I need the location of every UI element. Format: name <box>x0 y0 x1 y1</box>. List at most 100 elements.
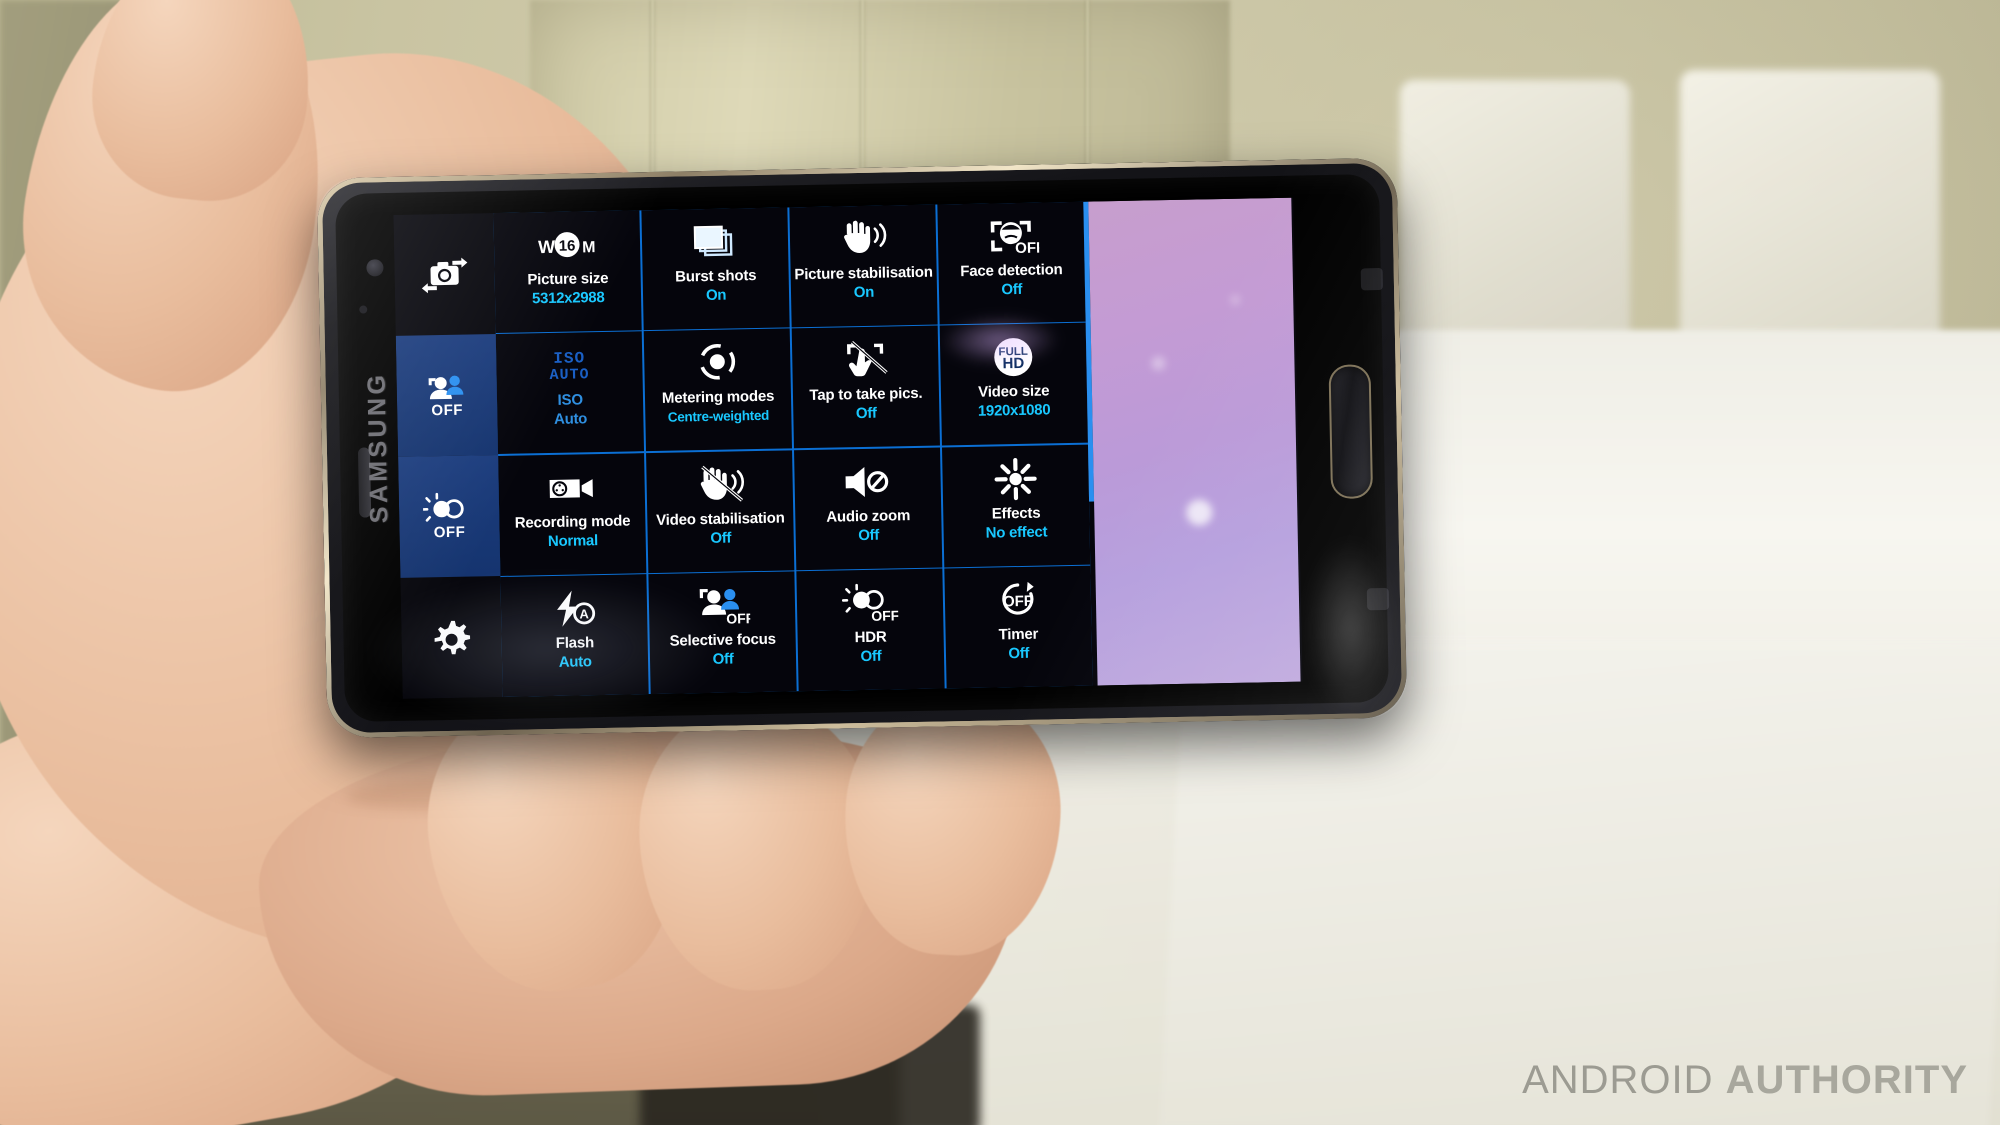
setting-value: 1920x1080 <box>977 401 1051 421</box>
hand-wave-off-icon <box>691 459 748 510</box>
setting-label: Tap to take pics. <box>809 385 923 405</box>
face-detection-off-icon: OFF <box>982 211 1039 262</box>
setting-tile-video-stabilisation[interactable]: Video stabilisation Off <box>645 450 795 573</box>
svg-text:M: M <box>582 239 596 256</box>
setting-tile-picture-stabilisation[interactable]: Picture stabilisation On <box>789 204 938 328</box>
picture-size-16m-icon: W 16 M <box>534 219 601 270</box>
setting-tile-picture-size[interactable]: W 16 M Picture size 5312x2988 <box>493 210 643 333</box>
cabinet-handle <box>838 60 848 180</box>
setting-value: Off <box>712 650 734 669</box>
setting-value: Off <box>710 529 732 547</box>
svg-text:OFF: OFF <box>726 610 750 627</box>
setting-label: Video stabilisation <box>656 509 785 529</box>
home-button[interactable] <box>1328 364 1374 500</box>
phone-screen: OFF OFF W 16 M Picture size 5312x2988 Bu… <box>393 197 1303 699</box>
rail-item-switch-camera[interactable] <box>393 213 495 336</box>
setting-value: Off <box>858 526 880 544</box>
setting-value: Off <box>860 647 882 666</box>
iso-auto-icon: ISO AUTO <box>538 340 601 391</box>
svg-text:OFF: OFF <box>1015 239 1039 257</box>
audio-zoom-off-icon <box>839 456 896 507</box>
camera-switch-icon <box>421 257 468 293</box>
samsung-brand-logo: SAMSUNG <box>362 371 394 524</box>
setting-label: Timer <box>998 625 1039 644</box>
burst-shots-icon <box>689 216 742 267</box>
setting-label: Burst shots <box>675 266 757 286</box>
setting-value: Centre-weighted <box>667 408 770 426</box>
setting-label: Picture size <box>527 269 609 289</box>
setting-tile-metering-modes[interactable]: Metering modes Centre-weighted <box>643 328 793 452</box>
setting-value: On <box>705 286 727 304</box>
setting-tile-iso[interactable]: ISO AUTO ISO Auto <box>495 331 645 455</box>
recents-softkey[interactable] <box>1360 267 1384 291</box>
full-hd-icon: FULL HD <box>990 332 1037 383</box>
setting-label: Metering modes <box>661 388 775 408</box>
setting-label: Video size <box>978 382 1050 402</box>
svg-text:HD: HD <box>1002 355 1024 372</box>
setting-label: ISO <box>557 391 584 410</box>
metering-centre-icon <box>694 338 741 389</box>
setting-label: Face detection <box>960 261 1063 281</box>
setting-tile-burst-shots[interactable]: Burst shots On <box>641 207 790 331</box>
setting-value: Normal <box>547 531 599 550</box>
svg-text:W: W <box>538 237 555 257</box>
svg-text:OFF: OFF <box>1003 593 1033 611</box>
rail-item-settings[interactable] <box>400 576 502 699</box>
video-camera-icon <box>543 462 600 513</box>
flash-auto-icon: A <box>548 583 601 634</box>
hdr-off-icon: OFF <box>841 577 898 628</box>
setting-label: Effects <box>991 504 1041 523</box>
rail-item-shooting-mode[interactable]: OFF <box>395 334 499 457</box>
setting-tile-recording-mode[interactable]: Recording mode Normal <box>498 452 647 576</box>
setting-label: Picture stabilisation <box>794 263 933 284</box>
screenshot-root: SAMSUNG OFF OFF W 16 M Picture size 5312… <box>0 0 2000 1125</box>
background-chair <box>1400 80 1630 370</box>
setting-tile-hdr[interactable]: OFF HDR Off <box>796 568 945 692</box>
setting-value: Off <box>855 405 877 423</box>
setting-tile-face-detection[interactable]: OFF Face detection Off <box>936 201 1086 325</box>
background-chair <box>1680 70 1940 370</box>
setting-tile-effects[interactable]: Effects No effect <box>941 444 1091 568</box>
back-softkey[interactable] <box>1366 587 1390 611</box>
rail-item-value: OFF <box>433 523 466 542</box>
svg-text:AUTO: AUTO <box>550 367 590 385</box>
selective-focus-off-icon: OFF <box>694 580 751 631</box>
svg-text:16: 16 <box>559 237 576 254</box>
cabinet-handle <box>880 60 890 180</box>
setting-value: No effect <box>985 523 1048 542</box>
setting-label: Audio zoom <box>826 506 911 526</box>
setting-value: Off <box>1001 280 1023 299</box>
setting-label: HDR <box>854 628 887 647</box>
setting-value: Auto <box>558 653 592 671</box>
svg-text:A: A <box>579 606 589 621</box>
setting-value: Off <box>1008 644 1030 663</box>
svg-text:OFF: OFF <box>871 607 898 624</box>
hand-wave-icon <box>834 213 891 264</box>
effects-sparkle-icon <box>993 453 1038 504</box>
gear-icon <box>434 620 471 654</box>
setting-label: Selective focus <box>669 630 776 650</box>
setting-tile-flash[interactable]: A Flash Auto <box>500 574 650 697</box>
camera-settings-overlay: OFF OFF W 16 M Picture size 5312x2988 Bu… <box>393 197 1303 699</box>
setting-tile-tap-to-take-pics[interactable]: Tap to take pics. Off <box>791 325 941 449</box>
samsung-galaxy-phone: SAMSUNG OFF OFF W 16 M Picture size 5312… <box>316 157 1408 739</box>
setting-tile-selective-focus[interactable]: OFF Selective focus Off <box>648 571 797 695</box>
watermark-bold: AUTHORITY <box>1725 1058 1968 1102</box>
setting-value: 5312x2988 <box>531 288 605 308</box>
watermark-light: ANDROID <box>1522 1058 1726 1102</box>
setting-value: On <box>853 283 875 302</box>
rail-item-hdr[interactable]: OFF <box>398 454 501 578</box>
setting-label: Recording mode <box>514 512 631 532</box>
preview-image <box>1088 197 1301 686</box>
rail-item-value: OFF <box>431 401 464 420</box>
setting-tile-video-size[interactable]: FULL HD Video size 1920x1080 <box>939 323 1088 446</box>
camera-settings-grid: W 16 M Picture size 5312x2988 Burst shot… <box>493 201 1093 697</box>
timer-off-icon: OFF <box>991 575 1044 626</box>
watermark: ANDROID AUTHORITY <box>1522 1058 1968 1103</box>
setting-tile-timer[interactable]: OFF Timer Off <box>943 565 1093 689</box>
svg-text:ISO: ISO <box>553 350 585 369</box>
tap-to-shoot-off-icon <box>839 335 892 386</box>
setting-tile-audio-zoom[interactable]: Audio zoom Off <box>793 447 943 570</box>
camera-live-preview[interactable] <box>1083 197 1301 686</box>
setting-value: Auto <box>553 410 588 429</box>
